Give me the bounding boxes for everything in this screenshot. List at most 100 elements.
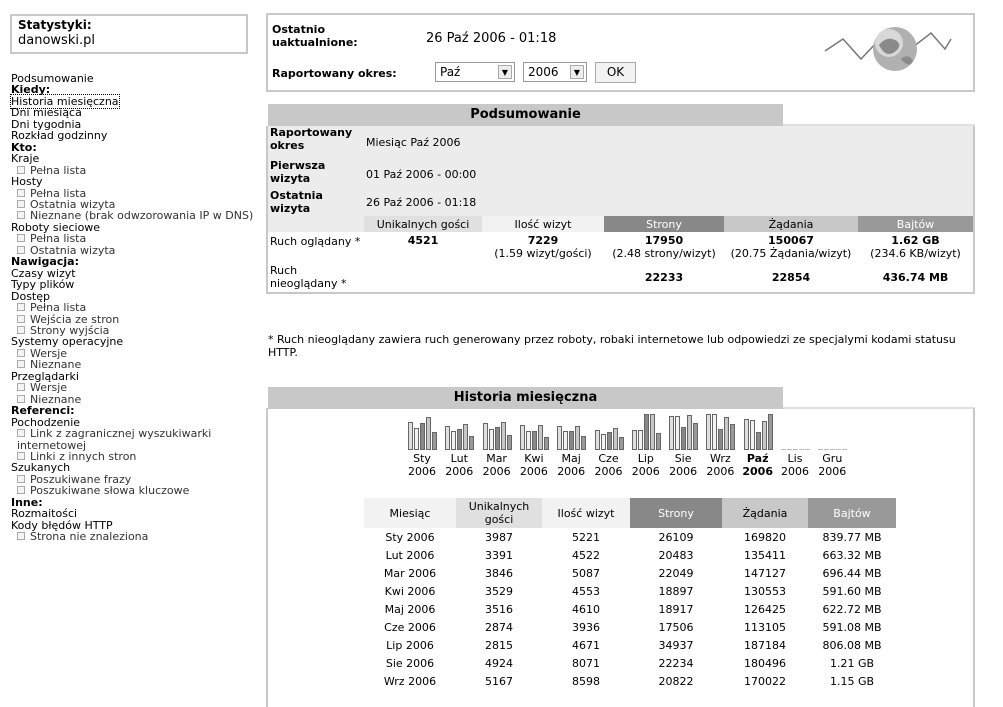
month-label: Lis 2006 bbox=[781, 452, 809, 478]
not-viewed-hits: 22854 bbox=[771, 270, 811, 284]
chart-bar bbox=[408, 422, 413, 450]
not-viewed-pages: 22233 bbox=[644, 270, 684, 284]
table-cell: 34937 bbox=[658, 638, 694, 652]
viewed-visits: 7229 bbox=[527, 234, 559, 247]
table-cell: 135411 bbox=[744, 548, 786, 562]
viewed-label: Ruch oglądany * bbox=[270, 235, 361, 248]
col-bytes: Bajtów bbox=[858, 216, 973, 232]
list-icon bbox=[17, 451, 25, 460]
table-cell: Maj 2006 bbox=[384, 602, 436, 616]
table-cell: 18897 bbox=[658, 584, 694, 598]
globe-logo-icon bbox=[824, 27, 952, 71]
viewed-bytes: 1.62 GB bbox=[891, 234, 940, 247]
table-cell: 839.77 MB bbox=[822, 530, 882, 544]
traffic-note: * Ruch nieoglądany zawiera ruch generowa… bbox=[268, 333, 956, 359]
chart-bar bbox=[830, 449, 836, 450]
chart-bar bbox=[749, 419, 755, 450]
table-cell: 147127 bbox=[744, 566, 786, 580]
chart-bar bbox=[414, 428, 419, 450]
viewed-bytes-sub: (234.6 KB/wizyt) bbox=[870, 247, 961, 260]
list-icon bbox=[17, 234, 25, 243]
month-label: Lip 2006 bbox=[631, 452, 660, 478]
chart-bar bbox=[718, 428, 724, 450]
chart-bar bbox=[618, 437, 624, 450]
row-value: 26 Paź 2006 - 01:18 bbox=[364, 189, 973, 216]
chart-bar bbox=[712, 414, 718, 450]
menu-label: Strona nie znaleziona bbox=[30, 530, 149, 544]
summary-title: Podsumowanie bbox=[268, 104, 783, 126]
hcol-unique: Unikalnych gości bbox=[456, 498, 542, 528]
list-icon bbox=[17, 532, 25, 541]
chart-bar bbox=[787, 449, 792, 450]
list-icon bbox=[17, 245, 25, 254]
chart-bar bbox=[687, 415, 693, 450]
chart-bar bbox=[681, 427, 687, 450]
chart-bar bbox=[781, 449, 786, 450]
hcol-pages: Strony bbox=[630, 498, 722, 528]
ok-button[interactable]: OK bbox=[595, 62, 636, 83]
chart-bar bbox=[818, 449, 824, 450]
menu-item-rozkład-godzinny[interactable]: Rozkład godzinny bbox=[11, 130, 258, 141]
table-row: Maj 2006 3516 4610 18917 126425 622.72 MB bbox=[364, 600, 896, 618]
chart-bar bbox=[799, 449, 804, 450]
chart-bar bbox=[569, 430, 575, 450]
chart-bar bbox=[675, 416, 681, 450]
table-cell: 3391 bbox=[485, 548, 513, 562]
summary-table: Raportowany okres Miesiąc Paź 2006 Pierw… bbox=[266, 126, 975, 294]
chart-bar bbox=[451, 431, 457, 450]
menu-item-pełna-lista[interactable]: Pełna lista bbox=[11, 164, 258, 176]
table-cell: 806.08 MB bbox=[822, 638, 882, 652]
list-icon bbox=[17, 325, 25, 334]
table-cell: Wrz 2006 bbox=[383, 674, 437, 688]
col-visits: Ilość wizyt bbox=[482, 216, 604, 232]
table-cell: 3846 bbox=[485, 566, 513, 580]
month-label: Maj 2006 bbox=[557, 452, 586, 478]
hcol-bytes: Bajtów bbox=[808, 498, 896, 528]
stats-title: Statystyki: bbox=[18, 18, 92, 32]
site-name: danowski.pl bbox=[18, 33, 95, 48]
chart-bar bbox=[537, 424, 543, 450]
chart-bar bbox=[706, 414, 712, 450]
menu-item-strona-nie-znaleziona[interactable]: Strona nie znaleziona bbox=[11, 531, 258, 542]
table-row: Lip 2006 2815 4671 34937 187184 806.08 MB bbox=[364, 636, 896, 654]
month-label: Cze 2006 bbox=[594, 452, 623, 478]
chevron-down-icon: ▼ bbox=[570, 65, 584, 79]
menu-item-poszukiwane-słowa-kluczowe[interactable]: Poszukiwane słowa kluczowe bbox=[11, 485, 258, 497]
not-viewed-label: Ruch nieoglądany * bbox=[270, 264, 347, 290]
viewed-visits-sub: (1.59 wizyt/gości) bbox=[494, 247, 592, 260]
table-cell: 5087 bbox=[572, 566, 600, 580]
menu-item-link-z-zagranicznej-wyszukiwarki-internetowej[interactable]: Link z zagranicznej wyszukiwarki interne… bbox=[11, 428, 258, 451]
updated-value: 26 Paź 2006 - 01:18 bbox=[426, 31, 557, 46]
hcol-month: Miesiąc bbox=[364, 498, 456, 528]
chart-bar bbox=[793, 449, 798, 450]
table-cell: 663.32 MB bbox=[822, 548, 882, 562]
month-label: Kwi 2006 bbox=[519, 452, 548, 478]
list-icon bbox=[17, 474, 25, 483]
table-cell: 3529 bbox=[485, 584, 513, 598]
col-pages: Strony bbox=[604, 216, 724, 232]
chart-bar bbox=[563, 430, 569, 450]
chart-bar bbox=[761, 421, 767, 450]
year-select[interactable]: 2006 ▼ bbox=[523, 62, 587, 82]
list-icon bbox=[17, 165, 25, 174]
chart-bar bbox=[531, 430, 537, 450]
table-cell: 5221 bbox=[572, 530, 600, 544]
table-cell: 8071 bbox=[572, 656, 600, 670]
chart-bar bbox=[432, 431, 437, 450]
table-cell: 18917 bbox=[658, 602, 694, 616]
chart-bar bbox=[767, 414, 773, 450]
table-cell: 22234 bbox=[658, 656, 694, 670]
table-cell: 591.08 MB bbox=[822, 620, 882, 634]
list-icon bbox=[17, 360, 25, 369]
month-select[interactable]: Paź ▼ bbox=[435, 62, 515, 82]
history-table: Miesiąc Unikalnych gości Ilość wizyt Str… bbox=[364, 498, 896, 690]
chart-bar bbox=[631, 430, 637, 450]
table-cell: 4610 bbox=[572, 602, 600, 616]
period-label: Raportowany okres: bbox=[272, 67, 397, 80]
table-cell: 1.21 GB bbox=[829, 656, 875, 670]
table-cell: 113105 bbox=[744, 620, 786, 634]
report-header: Ostatnio uaktualnione: 26 Paź 2006 - 01:… bbox=[266, 13, 975, 92]
chart-bar bbox=[557, 425, 563, 450]
table-cell: 2874 bbox=[485, 620, 513, 634]
chart-bar bbox=[669, 415, 675, 450]
